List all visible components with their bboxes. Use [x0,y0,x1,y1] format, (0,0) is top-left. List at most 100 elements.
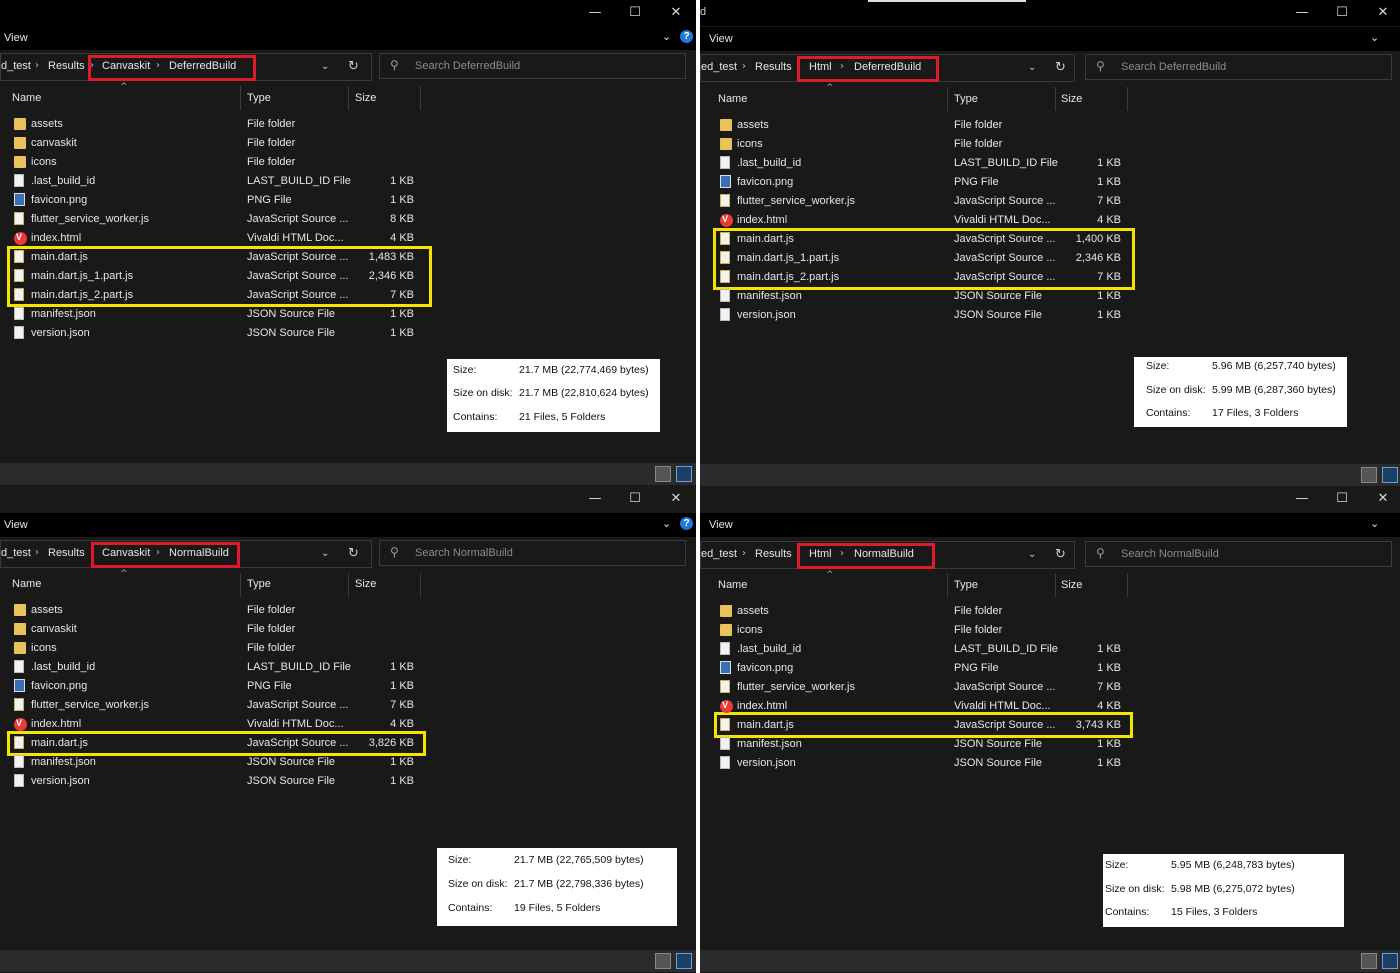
search-box[interactable]: ⚲ Search DeferredBuild [1085,54,1392,80]
column-header-size[interactable]: Size [1061,93,1082,115]
refresh-icon[interactable]: ↻ [348,546,359,561]
minimize-button[interactable]: — [1292,4,1312,22]
breadcrumb-folder[interactable]: DeferredBuild [854,61,921,73]
breadcrumb-root[interactable]: d_test [1,547,31,559]
file-row[interactable]: main.dart.js JavaScript Source ... 3,743 K… [700,716,1131,735]
column-divider[interactable] [1127,87,1128,111]
file-row[interactable]: version.json JSON Source File 1 KB [700,754,1131,773]
column-divider[interactable] [1055,87,1056,111]
column-divider[interactable] [240,86,241,110]
column-header-name[interactable]: Name [718,93,747,115]
file-row[interactable]: .last_build_id LAST_BUILD_ID File 1 KB [0,172,424,191]
file-row[interactable]: main.dart.js_1.part.js JavaScript Source … [0,267,424,286]
close-button[interactable]: ✕ [1373,4,1393,22]
breadcrumb-results[interactable]: Results [48,547,85,559]
view-menu[interactable]: View [709,33,733,45]
refresh-icon[interactable]: ↻ [1055,547,1066,562]
column-divider[interactable] [420,573,421,597]
file-row[interactable]: canvaskit File folder [0,134,424,153]
help-icon[interactable]: ? [680,30,693,43]
column-header-type[interactable]: Type [247,92,271,114]
address-dropdown-icon[interactable]: ⌄ [321,61,329,72]
breadcrumb-results[interactable]: Results [48,60,85,72]
file-row[interactable]: flutter_service_worker.js JavaScript Sour… [700,678,1131,697]
file-row[interactable]: main.dart.js JavaScript Source ... 3,826 K… [0,734,424,753]
file-row[interactable]: icons File folder [700,135,1131,154]
ribbon-expand-icon[interactable]: ⌄ [1370,517,1379,530]
large-icons-view-icon[interactable] [676,953,692,969]
file-row[interactable]: version.json JSON Source File 1 KB [700,306,1131,325]
file-row[interactable]: index.html Vivaldi HTML Doc... 4 KB [700,211,1131,230]
close-button[interactable]: ✕ [1373,490,1393,508]
file-row[interactable]: main.dart.js JavaScript Source ... 1,400 K… [700,230,1131,249]
file-row[interactable]: main.dart.js_2.part.js JavaScript Source … [700,268,1131,287]
breadcrumb-root[interactable]: ed_test [701,61,737,73]
maximize-button[interactable]: ☐ [1332,490,1352,508]
breadcrumb-results[interactable]: Results [755,61,792,73]
file-row[interactable]: icons File folder [700,621,1131,640]
minimize-button[interactable]: — [585,490,605,508]
column-divider[interactable] [240,573,241,597]
view-menu[interactable]: View [709,519,733,531]
file-row[interactable]: icons File folder [0,639,424,658]
ribbon-expand-icon[interactable]: ⌄ [1370,31,1379,44]
breadcrumb-root[interactable]: d_test [1,60,31,72]
close-button[interactable]: ✕ [666,4,686,22]
column-divider[interactable] [947,573,948,597]
file-row[interactable]: .last_build_id LAST_BUILD_ID File 1 KB [700,154,1131,173]
file-row[interactable]: main.dart.js_2.part.js JavaScript Source … [0,286,424,305]
column-divider[interactable] [420,86,421,110]
column-header-size[interactable]: Size [355,92,376,114]
column-header-name[interactable]: Name [12,578,41,600]
address-bar[interactable]: ed_test › Results › Html › DeferredBuild… [700,54,1075,82]
address-dropdown-icon[interactable]: ⌄ [1028,549,1036,560]
file-row[interactable]: manifest.json JSON Source File 1 KB [0,753,424,772]
minimize-button[interactable]: — [1292,490,1312,508]
file-row[interactable]: assets File folder [700,602,1131,621]
breadcrumb-root[interactable]: ed_test [701,548,737,560]
large-icons-view-icon[interactable] [1382,953,1398,969]
view-menu[interactable]: View [4,32,28,44]
search-box[interactable]: ⚲ Search NormalBuild [379,540,686,566]
file-row[interactable]: version.json JSON Source File 1 KB [0,324,424,343]
column-divider[interactable] [348,573,349,597]
file-row[interactable]: index.html Vivaldi HTML Doc... 4 KB [0,715,424,734]
address-bar[interactable]: d_test › Results › Canvaskit › NormalBui… [0,540,372,568]
details-view-icon[interactable] [655,466,671,482]
file-row[interactable]: favicon.png PNG File 1 KB [0,677,424,696]
column-header-type[interactable]: Type [954,579,978,601]
file-row[interactable]: icons File folder [0,153,424,172]
ribbon-expand-icon[interactable]: ⌄ [662,30,671,43]
details-view-icon[interactable] [1361,467,1377,483]
maximize-button[interactable]: ☐ [625,4,645,22]
column-divider[interactable] [947,87,948,111]
address-bar[interactable]: ed_test › Results › Html › NormalBuild ⌄… [700,541,1075,569]
breadcrumb-folder[interactable]: NormalBuild [854,548,914,560]
file-row[interactable]: flutter_service_worker.js JavaScript Sour… [0,696,424,715]
help-icon[interactable]: ? [680,517,693,530]
details-view-icon[interactable] [1361,953,1377,969]
file-row[interactable]: .last_build_id LAST_BUILD_ID File 1 KB [0,658,424,677]
file-row[interactable]: favicon.png PNG File 1 KB [700,173,1131,192]
column-header-size[interactable]: Size [355,578,376,600]
column-divider[interactable] [348,86,349,110]
file-row[interactable]: flutter_service_worker.js JavaScript Sour… [700,192,1131,211]
minimize-button[interactable]: — [585,4,605,22]
file-row[interactable]: flutter_service_worker.js JavaScript Sour… [0,210,424,229]
file-row[interactable]: index.html Vivaldi HTML Doc... 4 KB [700,697,1131,716]
file-row[interactable]: version.json JSON Source File 1 KB [0,772,424,791]
file-row[interactable]: favicon.png PNG File 1 KB [700,659,1131,678]
large-icons-view-icon[interactable] [676,466,692,482]
file-row[interactable]: index.html Vivaldi HTML Doc... 4 KB [0,229,424,248]
file-row[interactable]: assets File folder [0,601,424,620]
file-row[interactable]: main.dart.js_1.part.js JavaScript Source … [700,249,1131,268]
file-row[interactable]: main.dart.js JavaScript Source ... 1,483 K… [0,248,424,267]
file-row[interactable]: canvaskit File folder [0,620,424,639]
breadcrumb-results[interactable]: Results [755,548,792,560]
address-dropdown-icon[interactable]: ⌄ [321,548,329,559]
file-row[interactable]: assets File folder [700,116,1131,135]
view-menu[interactable]: View [4,519,28,531]
breadcrumb-build-type[interactable]: Html [809,548,832,560]
ribbon-expand-icon[interactable]: ⌄ [662,517,671,530]
breadcrumb-folder[interactable]: NormalBuild [169,547,229,559]
